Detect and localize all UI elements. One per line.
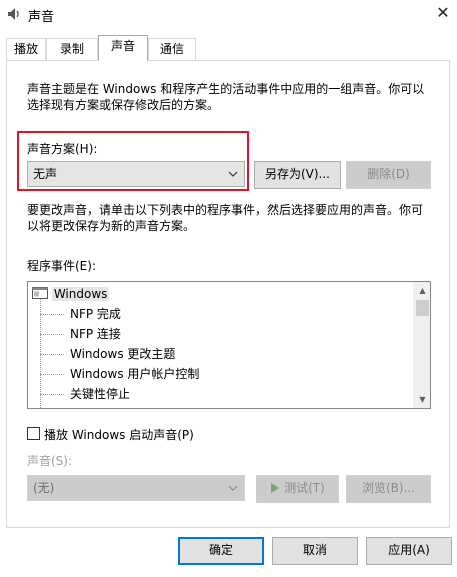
- scroll-up-icon[interactable]: ▲: [414, 282, 430, 299]
- list-item[interactable]: 关键性停止: [70, 384, 130, 404]
- highlight-box: [17, 131, 249, 191]
- delete-button[interactable]: 删除(D): [346, 161, 431, 189]
- startup-sound-checkbox[interactable]: [27, 427, 40, 440]
- tree-root[interactable]: Windows: [32, 284, 110, 304]
- ok-button[interactable]: 确定: [178, 537, 264, 565]
- speaker-icon: [8, 8, 19, 20]
- apply-button[interactable]: 应用(A): [366, 537, 452, 565]
- test-button-label: 测试(T): [284, 481, 325, 495]
- list-item[interactable]: NFP 完成: [70, 304, 121, 324]
- tab-sounds[interactable]: 声音: [98, 35, 148, 61]
- list-item[interactable]: NFP 连接: [70, 324, 121, 344]
- sound-label: 声音(S):: [27, 454, 73, 468]
- tab-playback[interactable]: 播放: [6, 38, 46, 60]
- play-icon: [271, 483, 280, 493]
- list-item[interactable]: Windows 用户帐户控制: [70, 364, 199, 384]
- test-button[interactable]: 测试(T): [256, 475, 339, 503]
- startup-sound-label: 播放 Windows 启动声音(P): [44, 428, 194, 442]
- tab-communications[interactable]: 通信: [148, 38, 196, 60]
- save-as-button[interactable]: 另存为(V)...: [254, 161, 341, 189]
- events-list[interactable]: Windows NFP 完成 NFP 连接 Windows 更改主题 Windo…: [27, 281, 431, 409]
- tab-recording[interactable]: 录制: [46, 38, 98, 60]
- sound-select[interactable]: (无): [27, 475, 245, 501]
- sound-select-value: (无): [33, 481, 55, 495]
- cancel-button[interactable]: 取消: [272, 537, 358, 565]
- intro-text-line2: 选择现有方案或保存修改后的方案。: [27, 98, 220, 112]
- events-label: 程序事件(E):: [27, 259, 96, 273]
- scroll-thumb[interactable]: [416, 300, 429, 316]
- close-icon[interactable]: ✕: [434, 4, 452, 22]
- scroll-down-icon[interactable]: ▼: [414, 391, 430, 408]
- change-text-line1: 要更改声音，请单击以下列表中的程序事件，然后选择要应用的声音。你可: [27, 203, 424, 217]
- window-title: 声音: [28, 10, 55, 25]
- tree-root-label: Windows: [51, 287, 110, 301]
- list-item[interactable]: Windows 更改主题: [70, 344, 175, 364]
- events-scrollbar[interactable]: ▲ ▼: [413, 282, 430, 408]
- change-text-line2: 以将更改保存为新的声音方案。: [27, 219, 196, 233]
- intro-text-line1: 声音主题是在 Windows 和程序产生的活动事件中应用的一组声音。你可以: [27, 82, 425, 96]
- chevron-down-icon: [228, 485, 238, 491]
- browse-button[interactable]: 浏览(B)...: [346, 475, 431, 503]
- title-bar: 声音 ✕: [0, 0, 457, 30]
- window-icon: [32, 287, 48, 299]
